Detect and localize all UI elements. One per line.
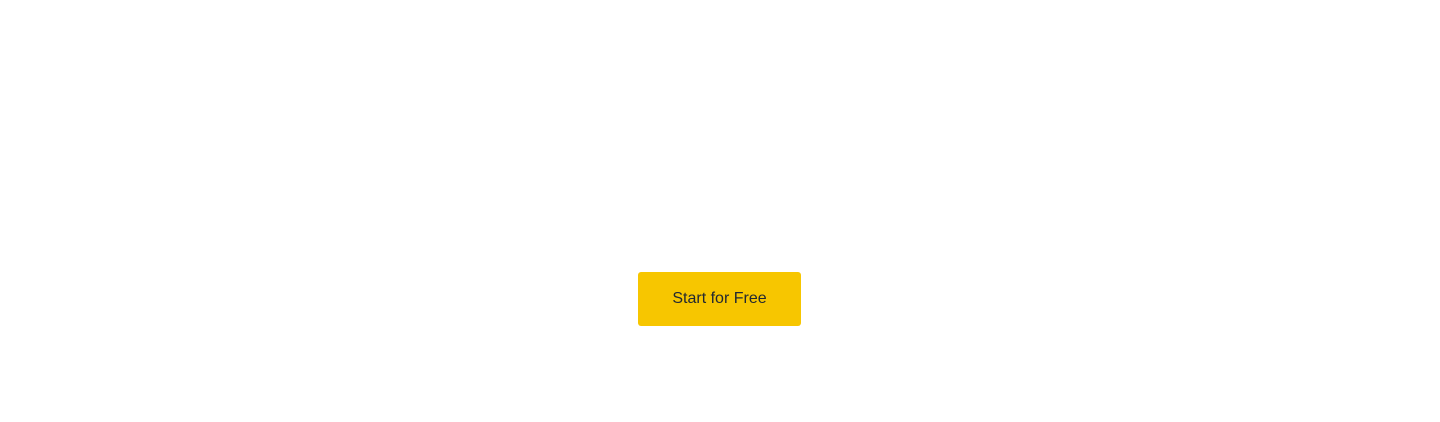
page-background: Start for Free	[0, 0, 1440, 422]
start-for-free-button[interactable]: Start for Free	[638, 272, 801, 326]
